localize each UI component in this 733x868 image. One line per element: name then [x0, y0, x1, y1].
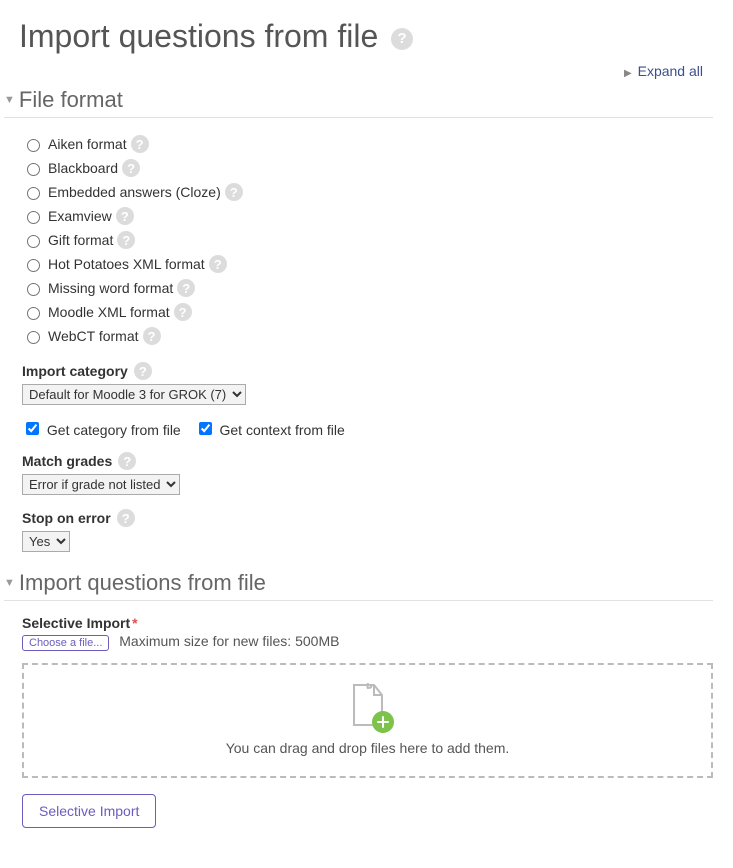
help-icon[interactable]: ? [118, 452, 136, 470]
selective-import-label: Selective Import * [22, 615, 713, 631]
format-label: Hot Potatoes XML format [48, 256, 205, 272]
help-icon[interactable]: ? [143, 327, 161, 345]
format-radio-webct[interactable] [27, 331, 40, 344]
help-icon[interactable]: ? [116, 207, 134, 225]
format-radio-missingword[interactable] [27, 283, 40, 296]
file-format-section-toggle[interactable]: ▼ File format [4, 87, 713, 118]
help-icon[interactable]: ? [117, 509, 135, 527]
match-grades-label: Match grades ? [22, 452, 713, 470]
format-radio-examview[interactable] [27, 211, 40, 224]
help-icon[interactable]: ? [391, 28, 413, 50]
required-indicator: * [132, 615, 137, 631]
selective-import-button[interactable]: Selective Import [22, 794, 156, 828]
caret-right-icon: ▶ [624, 68, 632, 79]
import-category-select[interactable]: Default for Moodle 3 for GROK (7) [22, 384, 246, 405]
file-format-heading: File format [19, 87, 123, 113]
caret-down-icon: ▼ [4, 94, 15, 106]
stop-on-error-select[interactable]: Yes [22, 531, 70, 552]
import-file-heading: Import questions from file [19, 570, 266, 596]
format-label: Embedded answers (Cloze) [48, 184, 221, 200]
help-icon[interactable]: ? [117, 231, 135, 249]
format-label: Missing word format [48, 280, 173, 296]
help-icon[interactable]: ? [134, 362, 152, 380]
get-category-checkbox[interactable] [26, 422, 39, 435]
file-dropzone[interactable]: You can drag and drop files here to add … [22, 663, 713, 778]
caret-down-icon: ▼ [4, 577, 15, 589]
format-radio-aiken[interactable] [27, 139, 40, 152]
help-icon[interactable]: ? [177, 279, 195, 297]
plus-icon [372, 711, 394, 733]
get-category-checkbox-label: Get category from file [22, 422, 185, 438]
format-label: Moodle XML format [48, 304, 170, 320]
expand-all-link[interactable]: ▶ Expand all [624, 63, 703, 79]
import-category-label: Import category ? [22, 362, 713, 380]
format-radio-cloze[interactable] [27, 187, 40, 200]
format-label: Aiken format [48, 136, 127, 152]
stop-on-error-label: Stop on error ? [22, 509, 713, 527]
format-label: WebCT format [48, 328, 139, 344]
get-context-checkbox[interactable] [199, 422, 212, 435]
help-icon[interactable]: ? [209, 255, 227, 273]
page-title: Import questions from file ? [19, 18, 713, 55]
max-size-text: Maximum size for new files: 500MB [119, 633, 339, 649]
format-label: Examview [48, 208, 112, 224]
dropzone-hint: You can drag and drop files here to add … [34, 740, 701, 756]
get-context-checkbox-label: Get context from file [195, 422, 345, 438]
format-label: Blackboard [48, 160, 118, 176]
format-radio-hotpot[interactable] [27, 259, 40, 272]
help-icon[interactable]: ? [122, 159, 140, 177]
format-radio-blackboard[interactable] [27, 163, 40, 176]
match-grades-select[interactable]: Error if grade not listed [22, 474, 180, 495]
help-icon[interactable]: ? [131, 135, 149, 153]
import-file-section-toggle[interactable]: ▼ Import questions from file [4, 570, 713, 601]
file-icon [348, 683, 388, 729]
format-label: Gift format [48, 232, 113, 248]
choose-file-button[interactable]: Choose a file... [22, 635, 109, 651]
help-icon[interactable]: ? [174, 303, 192, 321]
format-radio-gift[interactable] [27, 235, 40, 248]
format-radio-moodlexml[interactable] [27, 307, 40, 320]
help-icon[interactable]: ? [225, 183, 243, 201]
